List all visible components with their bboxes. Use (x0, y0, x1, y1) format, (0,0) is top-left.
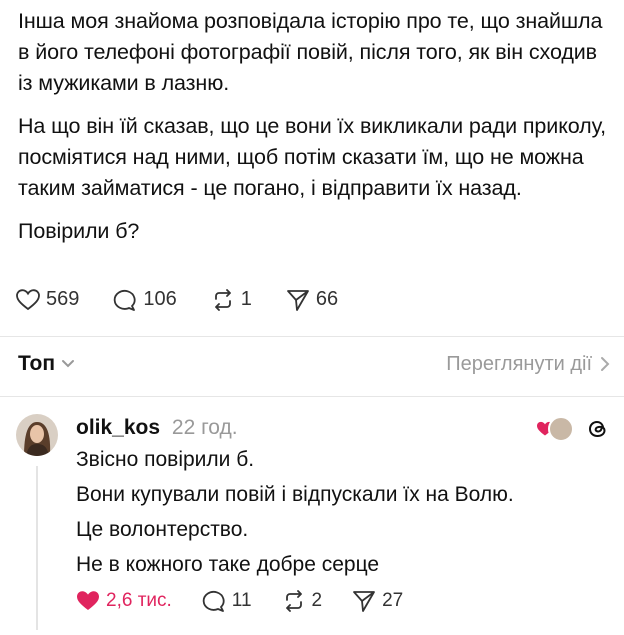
comment: olik_kos 22 год. Звісно повірили б. Вони… (76, 414, 606, 582)
share-button[interactable]: 66 (286, 288, 338, 311)
like-button[interactable]: 2,6 тис. (76, 590, 172, 612)
avatar[interactable] (16, 414, 58, 456)
view-activity-label: Переглянути дії (446, 352, 592, 375)
comment-line: Звісно повірили б. (76, 448, 255, 471)
like-count: 569 (46, 288, 80, 310)
post-paragraph: Повірили б? (18, 219, 140, 243)
like-count: 2,6 тис. (106, 590, 172, 611)
sort-dropdown[interactable]: Топ (18, 352, 75, 376)
repost-icon (214, 288, 231, 311)
comment-count: 106 (143, 288, 177, 310)
comment-actions: 2,6 тис. 11 2 27 (76, 590, 433, 612)
post-paragraph: Інша моя знайома розповідала історію про… (18, 9, 603, 95)
post-body: Інша моя знайома розповідала історію про… (18, 6, 614, 259)
replies-header: Топ Переглянути дії (18, 352, 610, 376)
repost-count: 1 (240, 288, 252, 310)
comment-button[interactable]: 106 (113, 288, 177, 311)
username[interactable]: olik_kos (76, 416, 160, 439)
share-icon (353, 591, 376, 612)
sort-label: Топ (18, 352, 56, 375)
post-actions: 569 106 1 66 (16, 288, 372, 311)
divider (0, 336, 624, 337)
like-button[interactable]: 569 (16, 288, 79, 311)
comment-line: Це волонтерство. (76, 518, 249, 541)
heart-icon (16, 288, 40, 310)
comment-icon (114, 289, 136, 311)
repost-button[interactable]: 2 (282, 590, 323, 612)
comment-badges (536, 416, 610, 442)
share-count: 27 (382, 590, 404, 611)
comment-icon (202, 591, 225, 612)
divider (0, 396, 624, 397)
share-button[interactable]: 27 (352, 590, 403, 612)
comment-line: Не в кожного таке добре серце (76, 553, 380, 576)
comment-count: 11 (231, 590, 252, 611)
repost-icon (285, 590, 302, 612)
comment-header: olik_kos 22 год. (76, 414, 606, 442)
repost-count: 2 (311, 590, 323, 611)
author-avatar (548, 416, 574, 442)
threads-icon[interactable] (586, 417, 610, 441)
timestamp: 22 год. (171, 416, 238, 439)
chevron-down-icon (62, 360, 75, 368)
share-count: 66 (315, 288, 339, 310)
view-activity-link[interactable]: Переглянути дії (446, 353, 610, 376)
comment-button[interactable]: 11 (202, 590, 252, 612)
comment-line: Вони купували повій і відпускали їх на В… (76, 483, 514, 506)
repost-button[interactable]: 1 (211, 288, 252, 311)
thread-line (36, 466, 38, 630)
share-icon (286, 289, 309, 311)
heart-icon (77, 591, 99, 610)
chevron-right-icon (601, 357, 610, 371)
post-paragraph: На що він їй сказав, що це вони їх викли… (18, 114, 606, 200)
